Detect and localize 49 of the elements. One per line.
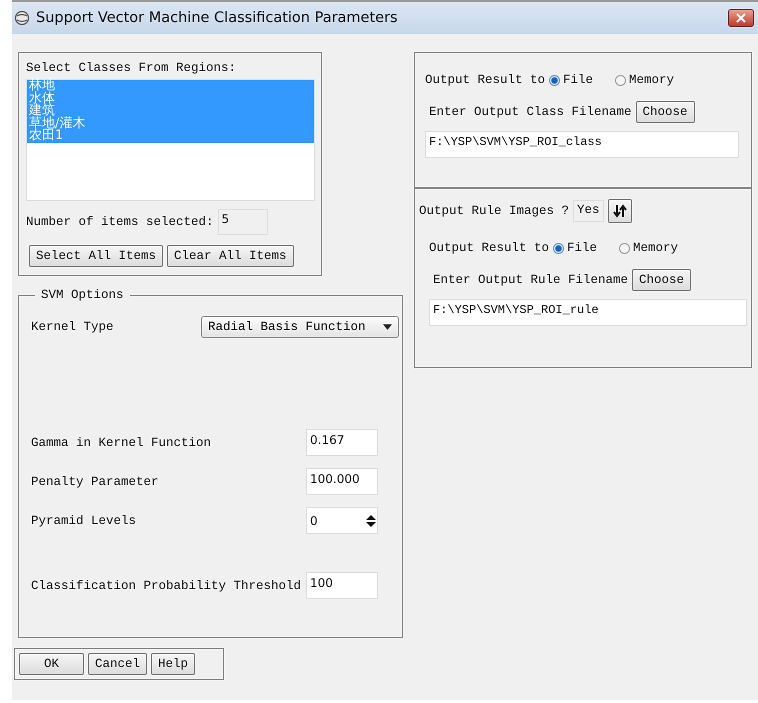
spinner-field[interactable]: 0 [306, 507, 378, 534]
input-field[interactable]: 100.000 [306, 468, 378, 495]
radio-button[interactable] [615, 74, 626, 86]
field-label: Kernel Type [31, 320, 114, 334]
up-down-arrows-icon [612, 204, 627, 218]
close-button[interactable] [728, 9, 754, 27]
spinner-arrows-icon [366, 514, 376, 528]
output-label: Output Result to [429, 241, 550, 255]
option-label: Memory [633, 241, 678, 255]
filename-label: Enter Output Class Filename [429, 105, 632, 119]
radio-button[interactable] [619, 242, 630, 254]
field-label: Classification Probability Threshold [31, 578, 302, 592]
dialog-button[interactable]: Help [151, 653, 196, 675]
filename-field[interactable]: F:\YSP\SVM\YSP_ROI_class [425, 131, 739, 158]
count-label: Number of items selected: [26, 215, 214, 229]
radio-button[interactable] [553, 242, 564, 254]
field-label: Pyramid Levels [31, 514, 136, 528]
choose-button[interactable]: Choose [632, 269, 692, 291]
field-label: Penalty Parameter [31, 474, 159, 488]
radio-option[interactable]: Memory [615, 73, 674, 87]
dialog-button[interactable]: OK [19, 653, 84, 675]
filename-field[interactable]: F:\YSP\SVM\YSP_ROI_rule [429, 299, 747, 326]
radio-option[interactable]: File [553, 241, 598, 255]
count-field: 5 [218, 209, 268, 235]
globe-icon [14, 10, 30, 26]
input-field[interactable]: 100 [306, 572, 378, 599]
output-label: Output Result to [425, 73, 546, 87]
filename-label: Enter Output Rule Filename [433, 273, 628, 287]
radio-option[interactable]: Memory [619, 241, 678, 255]
rule-images-label: Output Rule Images ? [419, 204, 570, 218]
close-icon [736, 13, 746, 23]
list-label: Select Classes From Regions: [26, 61, 238, 75]
kernel-dropdown[interactable]: Radial Basis Function [201, 316, 399, 338]
option-label: Memory [629, 73, 674, 87]
list-action-button[interactable]: Clear All Items [167, 245, 294, 267]
radio-button[interactable] [549, 74, 560, 86]
caret-icon [383, 324, 392, 330]
choose-button[interactable]: Choose [636, 101, 695, 123]
group-title: SVM Options [40, 288, 125, 302]
window-title: Support Vector Machine Classification Parameters [36, 10, 399, 26]
radio-option[interactable]: File [549, 73, 594, 87]
option-label: File [563, 73, 594, 87]
dialog-button[interactable]: Cancel [88, 653, 148, 675]
list-action-button[interactable]: Select All Items [29, 245, 164, 267]
option-label: File [567, 241, 598, 255]
input-field[interactable]: 0.167 [306, 429, 378, 456]
toggle-button[interactable] [608, 199, 632, 223]
field-label: Gamma in Kernel Function [31, 436, 212, 450]
toggle-value: Yes [573, 200, 604, 222]
